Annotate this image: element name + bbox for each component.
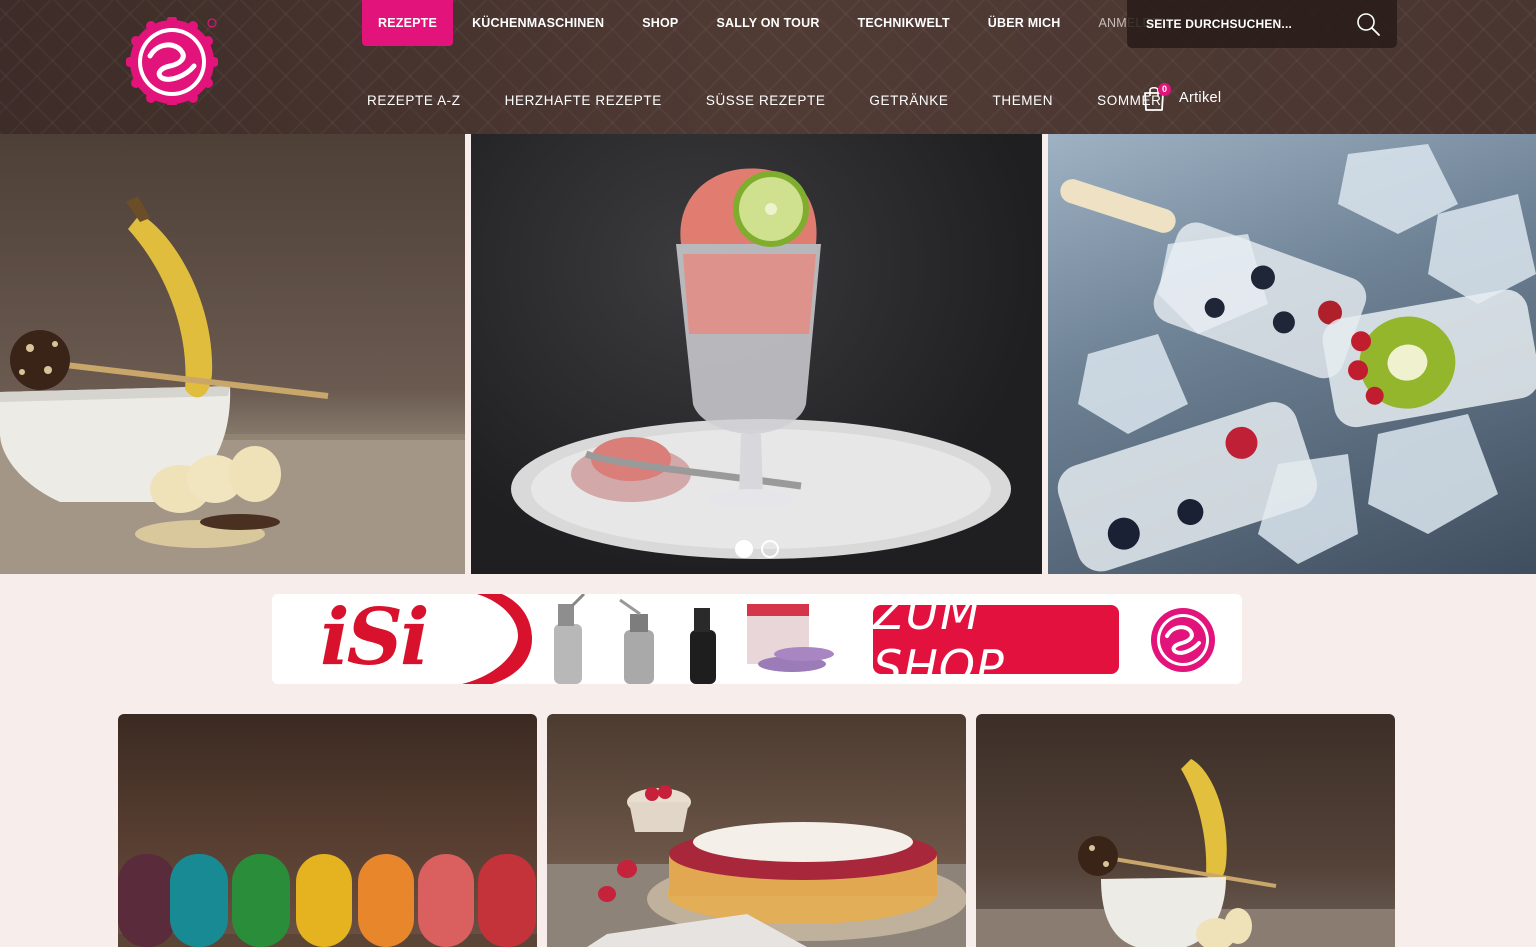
topnav-rezepte[interactable]: REZEPTE [362,0,454,46]
topnav-kuechenmaschinen[interactable]: KÜCHENMASCHINEN [453,0,623,46]
cart-count-badge: 0 [1158,83,1171,96]
site-header: REZEPTE KÜCHENMASCHINEN SHOP SALLY ON TO… [0,0,1536,134]
hero-slide-granita[interactable] [471,134,1042,574]
cart-label[interactable]: Artikel [1179,90,1221,106]
slider-dot-2[interactable] [761,540,779,558]
search-icon[interactable] [1355,11,1381,37]
shopping-bag-icon[interactable]: 0 [1142,83,1171,111]
recipe-card-macarons[interactable] [118,714,537,947]
recipe-card-raspberry-cake[interactable] [547,714,966,947]
isi-swoosh-graphic [462,594,532,684]
mainnav-rezepte-a-z[interactable]: REZEPTE A-Z [345,93,483,108]
mainnav-getraenke[interactable]: GETRÄNKE [847,93,970,108]
hero-slide-ice-pops[interactable] [1048,134,1536,574]
slider-dot-1[interactable] [735,540,753,558]
mainnav-themen[interactable]: THEMEN [971,93,1076,108]
search-input[interactable]: SEITE DURCHSUCHEN... [1146,17,1292,31]
sallys-logo[interactable] [126,17,218,105]
hero-slide-banana-bowl[interactable] [0,134,465,574]
sallys-banner-logo [1151,608,1215,672]
topnav-sally-on-tour[interactable]: SALLY ON TOUR [697,0,838,46]
main-navigation: REZEPTE A-Z HERZHAFTE REZEPTE SÜSSE REZE… [345,88,1183,112]
hero-slider[interactable] [0,134,1536,574]
topnav-shop[interactable]: SHOP [623,0,697,46]
isi-shop-banner[interactable]: iSi ZUM SHOP [272,594,1242,684]
cart-link[interactable]: 0 Artikel [1142,83,1221,112]
top-navigation: REZEPTE KÜCHENMASCHINEN SHOP SALLY ON TO… [362,0,1189,46]
slider-dots [735,540,779,558]
search-box[interactable]: SEITE DURCHSUCHEN... [1127,0,1397,48]
topnav-technikwelt[interactable]: TECHNIKWELT [839,0,969,46]
isi-brand-logo: iSi [320,594,430,683]
recipe-card-banana-bowl[interactable] [976,714,1395,947]
mainnav-suesse-rezepte[interactable]: SÜSSE REZEPTE [684,93,848,108]
zum-shop-button[interactable]: ZUM SHOP [873,594,1119,684]
topnav-ueber-mich[interactable]: ÜBER MICH [969,0,1080,46]
cream-whipper-products [554,594,834,684]
mainnav-herzhafte-rezepte[interactable]: HERZHAFTE REZEPTE [483,93,684,108]
